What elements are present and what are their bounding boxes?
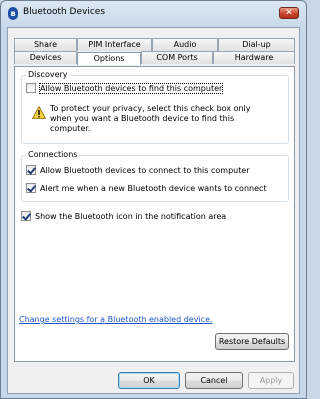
alert-new-row[interactable]: Alert me when a new Bluetooth device wan… [26, 182, 267, 194]
allow-connect-checkbox[interactable] [26, 165, 36, 175]
tab-options[interactable]: Options [77, 52, 141, 65]
tab-hardware[interactable]: Hardware [213, 51, 295, 64]
allow-find-label[interactable]: Allow Bluetooth devices to find this com… [38, 82, 224, 94]
cancel-button[interactable]: Cancel [185, 372, 243, 389]
tab-row-front: Devices Options COM Ports Hardware [14, 51, 295, 65]
tab-audio[interactable]: Audio [152, 38, 218, 51]
tab-share[interactable]: Share [14, 38, 77, 51]
ok-button[interactable]: OK [118, 372, 180, 389]
allow-connect-row[interactable]: Allow Bluetooth devices to connect to th… [26, 164, 250, 176]
connections-legend: Connections [26, 150, 80, 159]
allow-find-row[interactable]: Allow Bluetooth devices to find this com… [26, 82, 224, 94]
alert-new-label[interactable]: Alert me when a new Bluetooth device wan… [40, 184, 267, 193]
discovery-group: Discovery Allow Bluetooth devices to fin… [21, 70, 289, 144]
change-settings-link[interactable]: Change settings for a Bluetooth enabled … [19, 315, 213, 324]
options-panel: Discovery Allow Bluetooth devices to fin… [14, 66, 295, 362]
alert-new-checkbox[interactable] [26, 183, 36, 193]
tab-devices[interactable]: Devices [14, 51, 77, 64]
tab-pim-interface[interactable]: PIM Interface [77, 38, 152, 51]
connections-group: Connections Allow Bluetooth devices to c… [21, 150, 289, 202]
privacy-note: To protect your privacy, select this che… [50, 104, 251, 133]
show-icon-row[interactable]: Show the Bluetooth icon in the notificat… [21, 210, 226, 222]
tab-com-ports[interactable]: COM Ports [141, 51, 213, 64]
bluetooth-devices-window: ʙ Bluetooth Devices ✕ Share PIM Interfac… [0, 0, 307, 399]
dialog-client: Share PIM Interface Audio Dial-up Device… [7, 27, 300, 394]
apply-button[interactable]: Apply [248, 372, 294, 389]
window-title: Bluetooth Devices [23, 7, 106, 17]
allow-find-checkbox[interactable] [26, 83, 36, 93]
warning-icon [32, 106, 46, 119]
tab-row-back: Share PIM Interface Audio Dial-up [14, 38, 295, 51]
bluetooth-icon: ʙ [8, 7, 18, 20]
discovery-legend: Discovery [26, 70, 70, 79]
show-icon-label[interactable]: Show the Bluetooth icon in the notificat… [35, 212, 226, 221]
tab-dial-up[interactable]: Dial-up [218, 38, 295, 51]
show-icon-checkbox[interactable] [21, 211, 31, 221]
close-button[interactable]: ✕ [279, 7, 299, 19]
title-bar[interactable]: ʙ Bluetooth Devices ✕ [1, 1, 306, 27]
allow-connect-label[interactable]: Allow Bluetooth devices to connect to th… [40, 166, 250, 175]
restore-defaults-button[interactable]: Restore Defaults [215, 333, 289, 350]
